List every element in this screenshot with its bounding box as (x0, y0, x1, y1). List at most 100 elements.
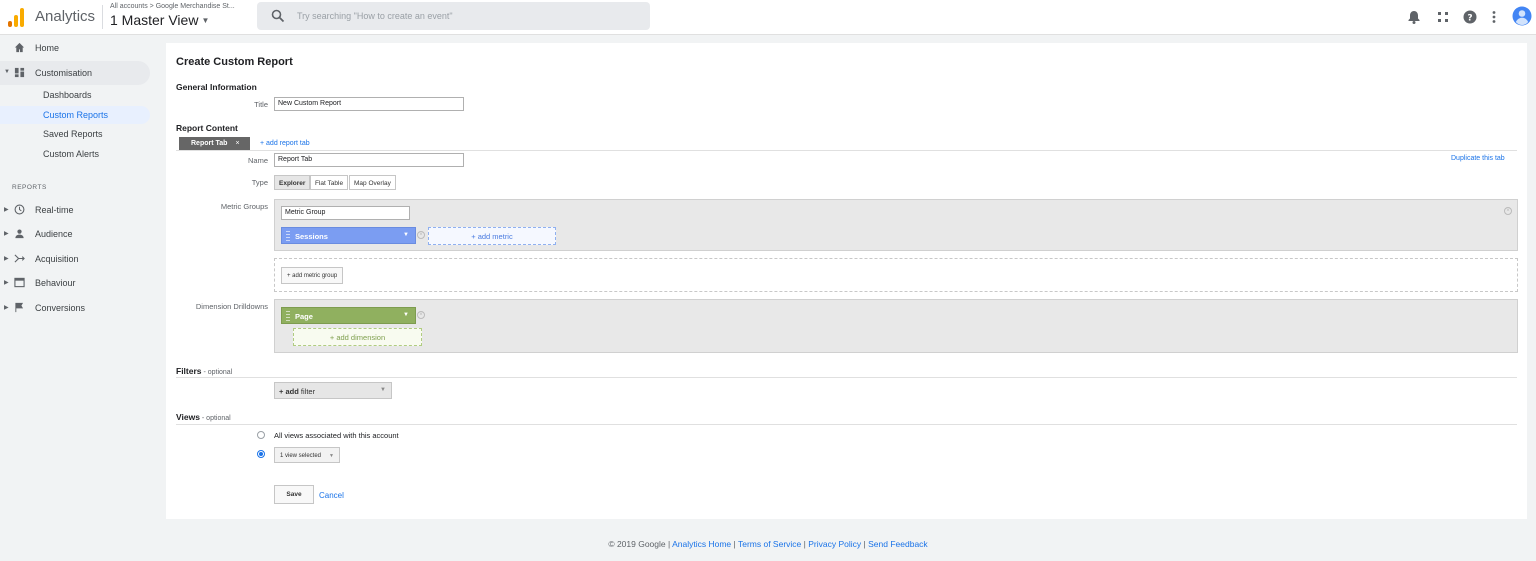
apps-grid-icon[interactable] (1435, 9, 1451, 25)
title-input[interactable]: New Custom Report (274, 97, 464, 111)
caret-down-icon: ▼ (403, 232, 409, 238)
add-dimension-button[interactable]: + add dimension (293, 328, 422, 346)
filters-heading-text: Filters (176, 366, 202, 376)
user-avatar-icon[interactable] (1512, 6, 1532, 26)
type-map-overlay-button[interactable]: Map Overlay (349, 175, 396, 190)
sidebar-item-label: Custom Reports (43, 110, 109, 120)
sidebar-item-label: Dashboards (43, 90, 92, 100)
view-selected-dropdown[interactable]: 1 view selected ▼ (274, 447, 340, 463)
close-icon[interactable]: × (235, 140, 239, 147)
views-heading-text: Views (176, 412, 200, 422)
tab-name-input[interactable]: Report Tab (274, 153, 464, 167)
radio-all-views[interactable] (257, 431, 265, 439)
add-filter-button[interactable]: + add filter ▼ (274, 382, 392, 399)
footer-link-analytics-home[interactable]: Analytics Home (672, 539, 731, 549)
report-content-heading: Report Content (176, 123, 238, 133)
dimension-drilldowns-label: Dimension Drilldowns (195, 302, 268, 311)
type-label: Type (251, 178, 268, 187)
clock-icon (14, 204, 25, 215)
copyright-text: © 2019 Google | (608, 539, 671, 549)
sidebar-item-label: Custom Alerts (43, 149, 100, 159)
divider (176, 424, 1517, 425)
top-header: Analytics All accounts > Google Merchand… (0, 0, 1536, 35)
add-report-tab-link[interactable]: + add report tab (260, 140, 310, 147)
caret-down-icon: ▼ (329, 453, 334, 459)
type-explorer-button[interactable]: Explorer (274, 175, 311, 190)
footer: © 2019 Google | Analytics Home | Terms o… (0, 539, 1536, 549)
caret-down-icon: ▼ (380, 387, 386, 393)
metric-group-box: Metric Group × Sessions ▼ × + add metric (274, 199, 1518, 251)
sidebar-item-home[interactable]: Home (0, 36, 150, 60)
metric-group-name-input[interactable]: Metric Group (281, 206, 410, 220)
footer-separator: | (803, 539, 806, 549)
sidebar-item-conversions[interactable]: ▶ Conversions (0, 296, 150, 320)
view-name: 1 Master View (110, 12, 199, 28)
divider (176, 377, 1517, 378)
reports-heading: REPORTS (12, 184, 47, 191)
sidebar-item-label: Behaviour (35, 278, 76, 288)
account-breadcrumb[interactable]: All accounts > Google Merchandise St... (110, 3, 235, 10)
save-button[interactable]: Save (274, 485, 314, 504)
dimension-pill-page[interactable]: Page ▼ (281, 307, 416, 324)
add-filter-text: filter (298, 387, 316, 396)
drag-handle-icon[interactable] (286, 231, 290, 241)
title-label: Title (254, 100, 268, 109)
sidebar-item-audience[interactable]: ▶ Audience (0, 222, 150, 246)
expand-right-icon: ▶ (4, 280, 9, 286)
metric-pill-sessions[interactable]: Sessions ▼ (281, 227, 416, 244)
radio-selected-views[interactable] (257, 450, 265, 458)
dimension-box: Page ▼ × + add dimension (274, 299, 1518, 353)
acquisition-icon (14, 254, 25, 263)
sidebar-subitem-custom-alerts[interactable]: Custom Alerts (0, 145, 150, 163)
sidebar-item-customisation[interactable]: ▼ Customisation (0, 61, 150, 85)
home-icon (14, 42, 25, 53)
remove-dimension-icon[interactable]: × (417, 311, 425, 319)
add-metric-group-button[interactable]: + add metric group (281, 267, 344, 284)
add-metric-button[interactable]: + add metric (428, 227, 556, 245)
cancel-link[interactable]: Cancel (319, 491, 344, 500)
view-selector[interactable]: 1 Master View ▼ (110, 12, 209, 28)
dimension-label: Page (295, 312, 313, 321)
search-icon (271, 9, 285, 23)
type-flat-table-button[interactable]: Flat Table (310, 175, 349, 190)
more-vert-icon[interactable] (1486, 9, 1502, 25)
sidebar-item-label: Acquisition (35, 254, 79, 264)
metric-label: Sessions (295, 232, 328, 241)
analytics-logo-icon[interactable] (8, 7, 24, 27)
all-views-option-label: All views associated with this account (274, 431, 399, 440)
duplicate-tab-link[interactable]: Duplicate this tab (1451, 155, 1505, 162)
footer-link-privacy[interactable]: Privacy Policy (808, 539, 861, 549)
drag-handle-icon[interactable] (286, 311, 290, 321)
remove-metric-icon[interactable]: × (417, 231, 425, 239)
footer-link-terms[interactable]: Terms of Service (738, 539, 801, 549)
sidebar-item-label: Conversions (35, 303, 86, 313)
sidebar-item-label: Saved Reports (43, 129, 103, 139)
caret-down-icon: ▼ (403, 312, 409, 318)
search-bar[interactable]: Try searching "How to create an event" (257, 2, 650, 30)
footer-separator: | (733, 539, 736, 549)
app-title[interactable]: Analytics (35, 8, 95, 25)
notifications-bell-icon[interactable] (1406, 9, 1422, 25)
header-divider (102, 5, 103, 29)
expand-right-icon: ▶ (4, 305, 9, 311)
custom-report-panel: Create Custom Report General Information… (166, 43, 1527, 519)
expand-right-icon: ▶ (4, 207, 9, 213)
sidebar-item-acquisition[interactable]: ▶ Acquisition (0, 247, 150, 271)
remove-metric-group-icon[interactable]: × (1504, 207, 1512, 215)
footer-separator: | (863, 539, 866, 549)
help-icon[interactable]: ? (1462, 9, 1478, 25)
metric-groups-label: Metric Groups (220, 202, 268, 211)
sidebar-subitem-saved-reports[interactable]: Saved Reports (0, 125, 150, 143)
sidebar-subitem-dashboards[interactable]: Dashboards (0, 86, 150, 104)
footer-link-feedback[interactable]: Send Feedback (868, 539, 928, 549)
search-input[interactable]: Try searching "How to create an event" (297, 11, 453, 21)
sidebar-item-behaviour[interactable]: ▶ Behaviour (0, 271, 150, 295)
caret-down-icon: ▼ (201, 16, 210, 25)
divider (176, 150, 1517, 151)
optional-label: - optional (199, 415, 231, 422)
sidebar-subitem-custom-reports[interactable]: Custom Reports (0, 106, 150, 124)
name-label: Name (247, 156, 268, 165)
sidebar-item-real-time[interactable]: ▶ Real-time (0, 198, 150, 222)
sidebar-item-label: Real-time (35, 205, 74, 215)
report-tab-chip[interactable]: Report Tab × (179, 137, 250, 151)
